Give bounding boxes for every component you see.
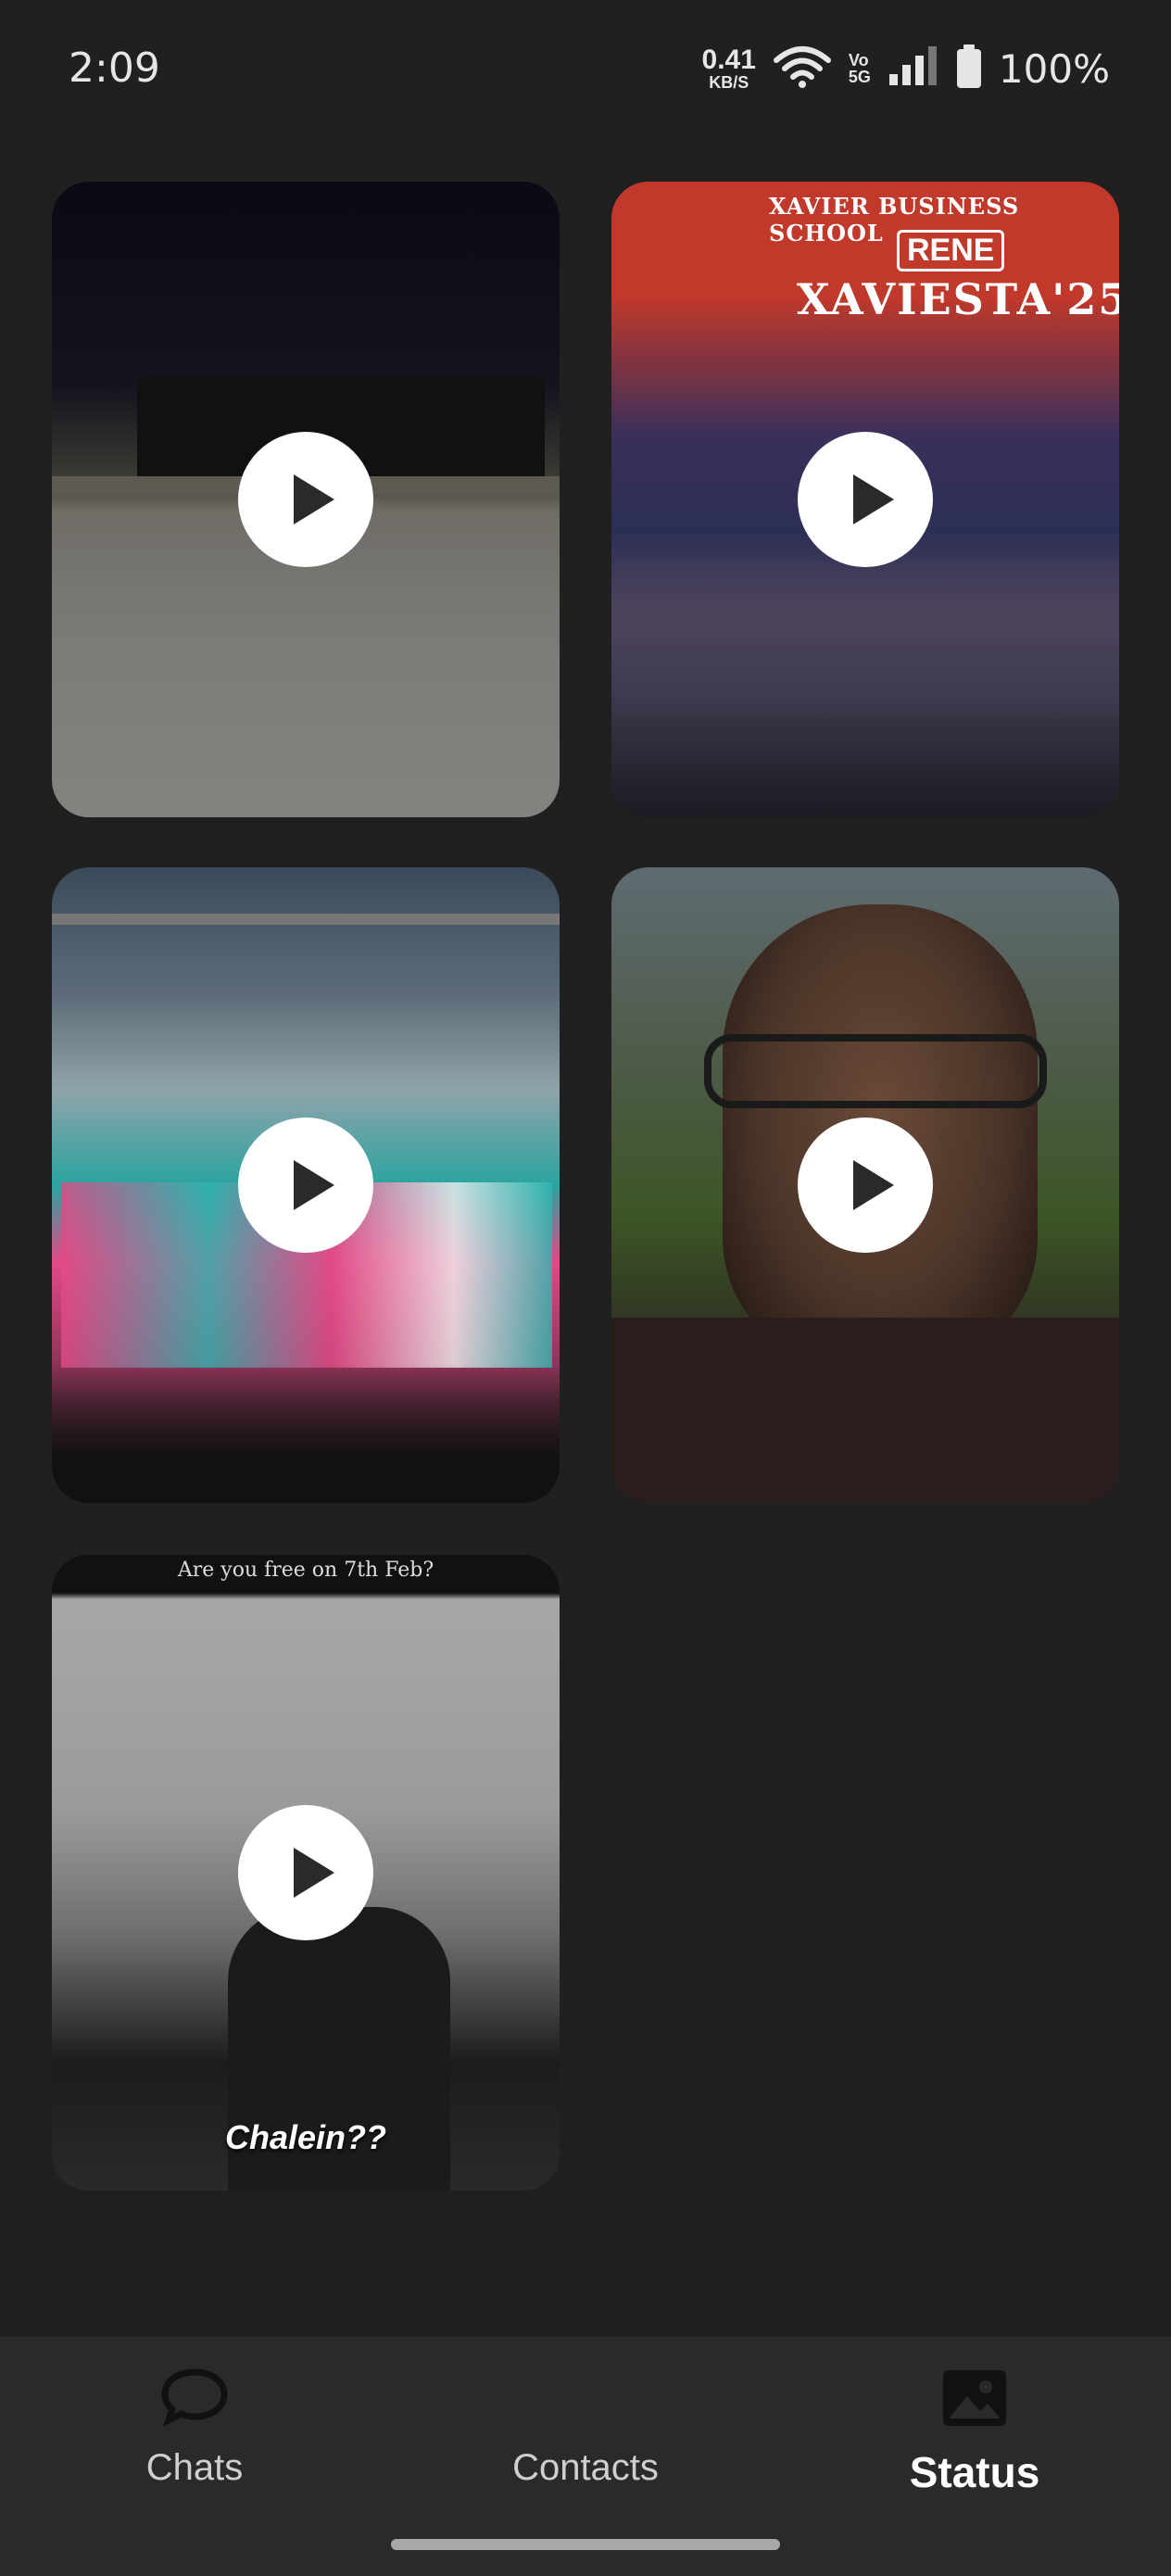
- poster-rene-logo: RENE: [897, 230, 1005, 271]
- clock: 2:09: [69, 44, 160, 92]
- wifi-icon: [773, 44, 832, 95]
- network-speed-value: 0.41: [701, 44, 756, 75]
- crowd-thumbnail-shape: [611, 558, 1119, 817]
- nav-label-chats: Chats: [145, 2447, 244, 2488]
- status-video-tile-5[interactable]: Are you free on 7th Feb? Chalein??: [52, 1555, 560, 2191]
- play-icon[interactable]: [798, 1118, 933, 1253]
- nav-label-status: Status: [909, 2448, 1040, 2496]
- video-top-caption: Are you free on 7th Feb?: [52, 1555, 560, 1586]
- network-speed-unit: KB/S: [709, 73, 749, 92]
- poster-title: XAVIESTA'25: [797, 274, 1119, 324]
- contacts-icon: [548, 2365, 623, 2431]
- status-video-tile-1[interactable]: [52, 182, 560, 817]
- status-video-tile-3[interactable]: [52, 867, 560, 1503]
- nav-item-contacts[interactable]: Contacts: [447, 2365, 724, 2489]
- volte-indicator: Vo 5G: [849, 52, 871, 85]
- system-indicators: 0.41 KB/S Vo 5G 100%: [702, 43, 1110, 95]
- video-caption: Chalein??: [224, 2118, 386, 2156]
- chat-bubble-icon: [157, 2365, 232, 2431]
- play-icon[interactable]: [238, 1805, 373, 1940]
- play-icon[interactable]: [798, 432, 933, 567]
- play-icon[interactable]: [238, 1118, 373, 1253]
- battery-percentage: 100%: [998, 45, 1110, 92]
- network-speed: 0.41 KB/S: [701, 44, 756, 92]
- status-screen: 2:09 0.41 KB/S Vo 5G 100% XAVIER BUSINES…: [0, 0, 1171, 2576]
- stage-truss-shape: [52, 914, 560, 925]
- nav-item-chats[interactable]: Chats: [56, 2365, 334, 2489]
- glasses-shape: [704, 1034, 1047, 1108]
- nav-label-contacts: Contacts: [512, 2447, 659, 2488]
- volte-top-label: Vo: [848, 51, 869, 69]
- crowd-hands-shape: [52, 1364, 560, 1503]
- gesture-navigation-bar[interactable]: [391, 2539, 780, 2550]
- cell-signal-icon: [888, 45, 939, 92]
- volte-bottom-label: 5G: [848, 68, 871, 86]
- status-video-tile-4[interactable]: [611, 867, 1119, 1503]
- shirt-shape: [611, 1318, 1119, 1503]
- play-icon[interactable]: [238, 432, 373, 567]
- image-gallery-icon: [938, 2365, 1012, 2431]
- battery-icon: [956, 44, 982, 94]
- status-video-tile-2[interactable]: XAVIER BUSINESS SCHOOL RENE XAVIESTA'25: [611, 182, 1119, 817]
- system-status-bar: 2:09 0.41 KB/S Vo 5G 100%: [0, 0, 1171, 139]
- nav-item-status[interactable]: Status: [836, 2365, 1114, 2497]
